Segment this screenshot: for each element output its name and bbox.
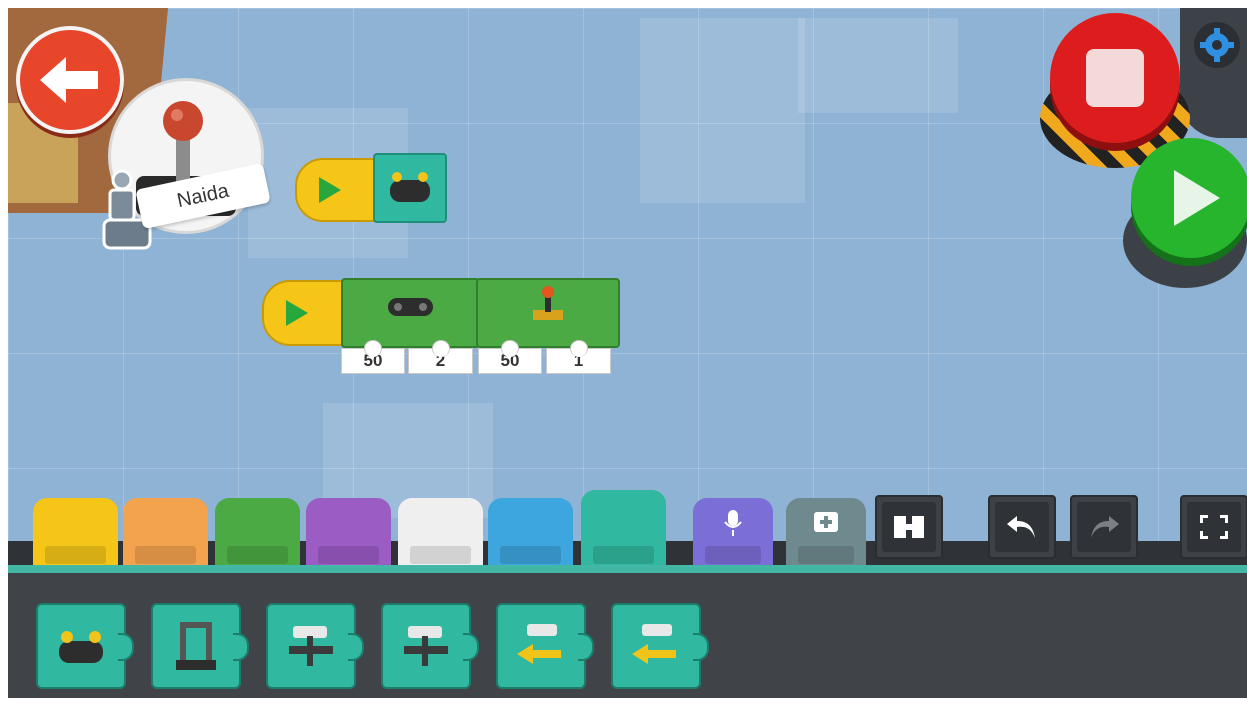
- microphone-icon: [724, 510, 742, 536]
- tab-underline: [8, 565, 1247, 573]
- palette-block[interactable]: [36, 603, 134, 689]
- fullscreen-button[interactable]: [1180, 495, 1247, 559]
- remote-control-icon: [390, 172, 430, 202]
- helicopter-block[interactable]: [476, 278, 620, 348]
- palette-block[interactable]: [496, 603, 594, 689]
- blocks-view-button[interactable]: [875, 495, 943, 559]
- motor-icon: [388, 298, 433, 316]
- palette-block[interactable]: [151, 603, 249, 689]
- remote-control-icon: [59, 631, 103, 663]
- param-value[interactable]: 50: [341, 348, 405, 374]
- workspace[interactable]: Naida 50 2 50 1: [8, 8, 1247, 698]
- play-icon: [286, 300, 308, 326]
- tab-record[interactable]: [693, 498, 773, 568]
- motor-plane-arrow-icon: [632, 624, 676, 664]
- start-block[interactable]: [262, 280, 348, 346]
- palette-block[interactable]: [381, 603, 479, 689]
- undo-button[interactable]: [988, 495, 1056, 559]
- tab-my-blocks[interactable]: [786, 498, 866, 568]
- tab-action[interactable]: [123, 498, 208, 568]
- tab-display[interactable]: [306, 498, 391, 568]
- stop-button[interactable]: [1050, 13, 1180, 143]
- background-pane: [640, 18, 805, 203]
- param-value[interactable]: 1: [546, 348, 611, 374]
- fullscreen-icon: [1200, 515, 1228, 539]
- tab-controls[interactable]: [581, 490, 666, 568]
- tab-sensor[interactable]: [488, 498, 573, 568]
- undo-icon: [1007, 516, 1035, 538]
- param-value[interactable]: 50: [478, 348, 542, 374]
- tab-motor[interactable]: [215, 498, 300, 568]
- palette-block[interactable]: [266, 603, 364, 689]
- param-value[interactable]: 2: [408, 348, 473, 374]
- background-pane: [798, 18, 958, 113]
- add-block-icon: [814, 512, 838, 532]
- back-button[interactable]: [16, 26, 124, 134]
- tab-flow[interactable]: [33, 498, 118, 568]
- stop-icon: [1086, 49, 1144, 107]
- motor-plane-icon: [404, 626, 448, 666]
- propeller-icon: [533, 286, 563, 320]
- play-icon: [319, 177, 341, 203]
- run-button[interactable]: [1131, 138, 1247, 258]
- run-control[interactable]: [1123, 133, 1247, 293]
- play-icon: [1174, 170, 1220, 226]
- remote-control-block[interactable]: [373, 153, 447, 223]
- blocks-view-icon: [894, 516, 924, 538]
- start-block[interactable]: [295, 158, 379, 222]
- gear-icon: [1200, 28, 1234, 62]
- tab-sound[interactable]: [398, 498, 483, 568]
- redo-icon: [1091, 516, 1119, 538]
- redo-button[interactable]: [1070, 495, 1138, 559]
- gate-icon: [176, 622, 216, 670]
- settings-button[interactable]: [1194, 22, 1240, 68]
- motor-block[interactable]: [341, 278, 480, 348]
- back-arrow-icon: [40, 57, 98, 103]
- palette-block[interactable]: [611, 603, 709, 689]
- motor-plane-icon: [289, 626, 333, 666]
- motor-plane-arrow-icon: [517, 624, 561, 664]
